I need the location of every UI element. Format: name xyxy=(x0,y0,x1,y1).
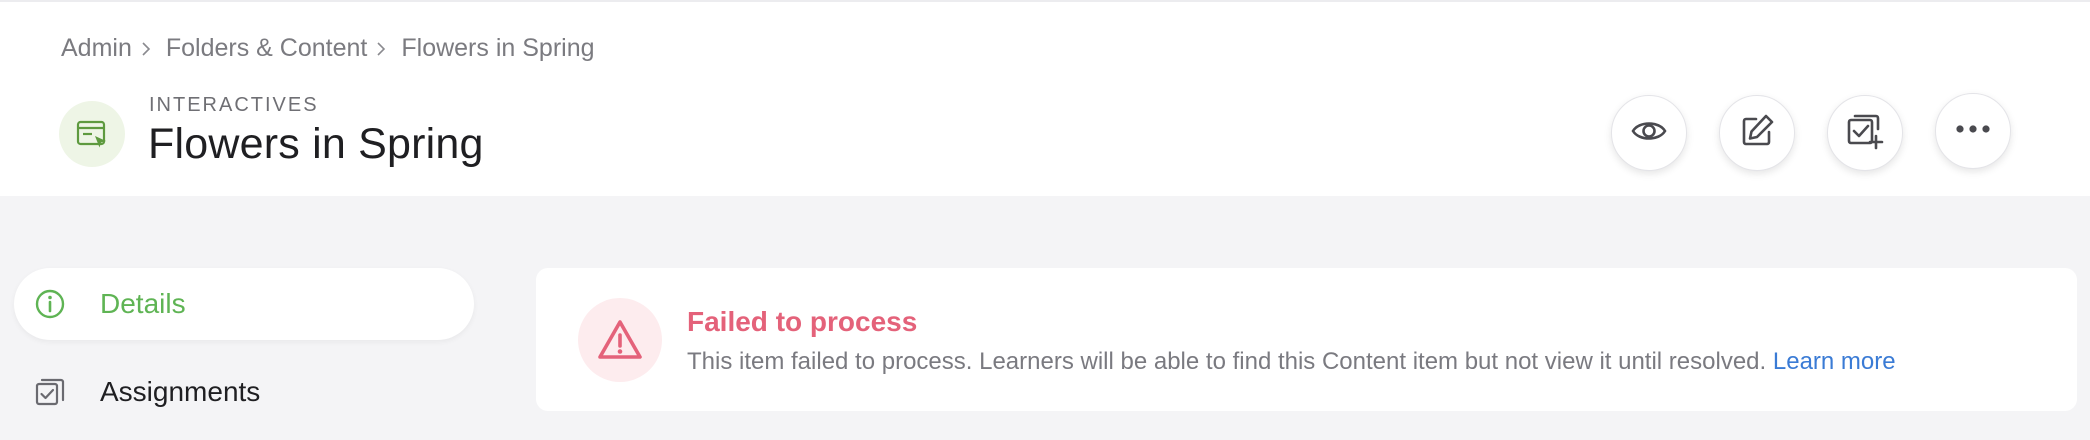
assign-button[interactable] xyxy=(1827,95,1903,171)
edit-icon xyxy=(1737,111,1777,156)
alert-message: This item failed to process. Learners wi… xyxy=(687,348,1896,376)
sidebar-item-label: Assignments xyxy=(100,376,261,407)
assign-icon xyxy=(1845,111,1885,156)
sidebar-item-label: Details xyxy=(100,288,186,319)
preview-button[interactable] xyxy=(1611,95,1687,171)
breadcrumb-item-admin[interactable]: Admin xyxy=(61,34,132,63)
alert-message-text: This item failed to process. Learners wi… xyxy=(687,348,1767,375)
alert-title: Failed to process xyxy=(687,306,918,337)
page-title: Flowers in Spring xyxy=(148,120,484,168)
chevron-right-icon xyxy=(367,37,401,61)
more-icon xyxy=(1953,122,1993,140)
learn-more-link[interactable]: Learn more xyxy=(1773,348,1896,375)
processing-error-alert: Failed to process This item failed to pr… xyxy=(536,268,2077,411)
sidebar-item-details[interactable]: Details xyxy=(14,268,474,340)
assignments-icon xyxy=(33,375,67,409)
page-header: Admin Folders & Content Flowers in Sprin… xyxy=(0,0,2090,196)
chevron-right-icon xyxy=(132,37,166,61)
info-icon xyxy=(33,287,67,321)
more-options-button[interactable] xyxy=(1935,93,2011,169)
warning-triangle-icon xyxy=(578,298,662,382)
breadcrumb-item-current: Flowers in Spring xyxy=(401,34,595,62)
eye-icon xyxy=(1629,111,1669,156)
sidebar-item-assignments[interactable]: Assignments xyxy=(14,356,474,428)
content-type-label: INTERACTIVES xyxy=(149,94,319,116)
breadcrumb: Admin Folders & Content Flowers in Sprin… xyxy=(61,34,595,63)
breadcrumb-item-folders-content[interactable]: Folders & Content xyxy=(166,34,368,63)
interactive-window-cursor-icon xyxy=(59,101,125,167)
edit-button[interactable] xyxy=(1719,95,1795,171)
